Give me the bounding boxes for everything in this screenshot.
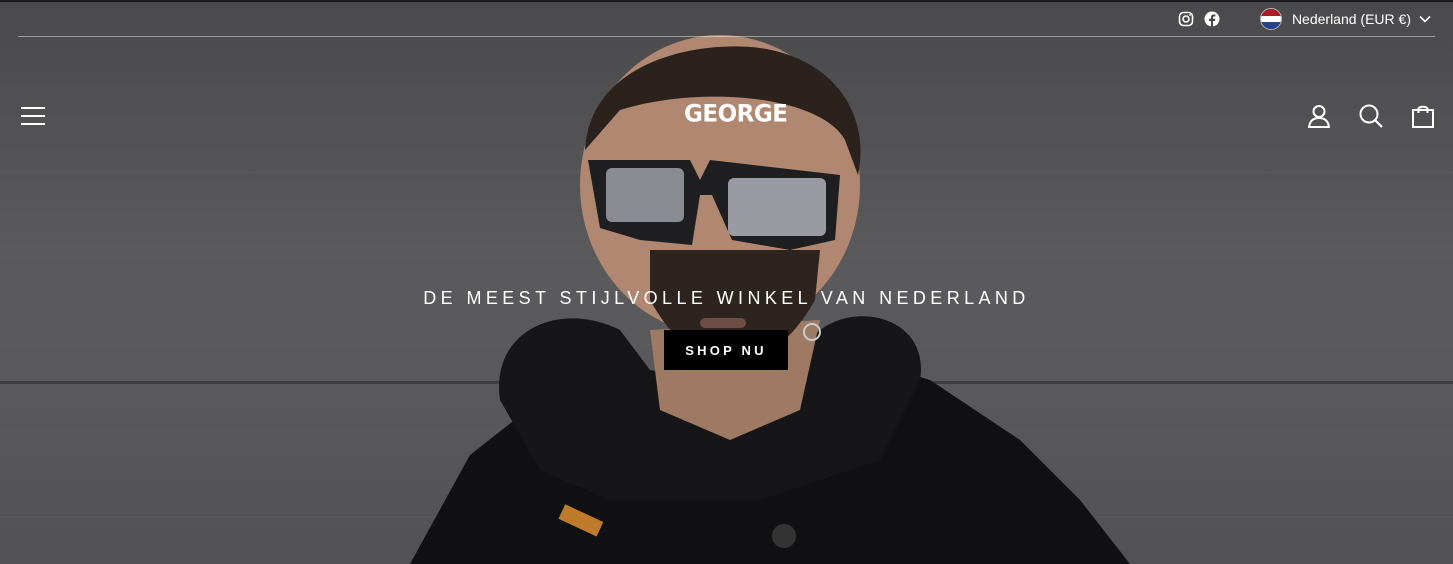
search-icon[interactable] <box>1358 103 1384 134</box>
cart-icon[interactable] <box>1410 103 1436 134</box>
topbar: Nederland (EUR €) <box>1178 8 1431 30</box>
instagram-icon[interactable] <box>1178 11 1194 27</box>
netherlands-flag-icon <box>1259 8 1282 30</box>
shop-now-button[interactable]: SHOP NU <box>664 330 788 370</box>
locale-label: Nederland (EUR €) <box>1291 11 1411 27</box>
hero-model-image <box>410 35 1130 564</box>
site-logo[interactable]: GEORGE <box>684 100 788 127</box>
account-icon[interactable] <box>1306 103 1332 134</box>
hero-banner: Nederland (EUR €) GEORGE DE MEEST STIJLV… <box>0 0 1453 564</box>
social-links <box>1178 11 1220 27</box>
hamburger-menu-icon[interactable] <box>20 106 46 131</box>
facebook-icon[interactable] <box>1204 11 1220 27</box>
hero-tagline: DE MEEST STIJLVOLLE WINKEL VAN NEDERLAND <box>423 288 1030 308</box>
header-actions <box>1306 103 1436 134</box>
chevron-down-icon <box>1419 15 1431 23</box>
topbar-divider <box>18 36 1435 37</box>
locale-selector[interactable]: Nederland (EUR €) <box>1259 8 1431 30</box>
